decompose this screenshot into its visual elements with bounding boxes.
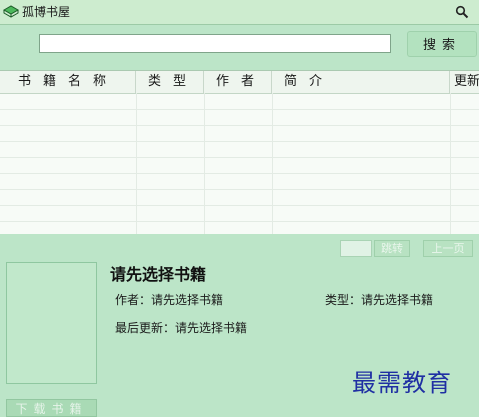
- book-type: 类型：请先选择书籍: [325, 291, 433, 308]
- previous-page-button[interactable]: 上一页: [423, 240, 473, 257]
- grid-line: [0, 157, 479, 158]
- download-book-button[interactable]: 下载书籍: [6, 399, 97, 417]
- grid-line: [0, 109, 479, 110]
- grid-line: [0, 173, 479, 174]
- grid-line: [0, 189, 479, 190]
- column-header-updated[interactable]: 更新: [450, 71, 479, 93]
- grid-line: [0, 221, 479, 222]
- magnifier-icon[interactable]: [455, 5, 469, 19]
- grid-column-line: [272, 93, 273, 234]
- book-author: 作者：请先选择书籍: [115, 291, 223, 308]
- grid-column-line: [450, 93, 451, 234]
- watermark: 最需教育: [352, 369, 452, 397]
- book-last-updated: 最后更新：请先选择书籍: [115, 319, 247, 336]
- type-label: 类型：: [325, 293, 362, 307]
- author-value: 请先选择书籍: [151, 293, 224, 307]
- book-icon: [3, 5, 19, 18]
- grid-line: [0, 125, 479, 126]
- book-cover: [6, 262, 97, 384]
- grid-column-line: [204, 93, 205, 234]
- column-header-book-name[interactable]: 书籍名称: [0, 71, 136, 93]
- jump-button[interactable]: 跳转: [374, 240, 410, 257]
- table-header: 书籍名称 类型 作者 简介 更新: [0, 71, 479, 94]
- updated-label: 最后更新：: [115, 321, 176, 335]
- column-header-author[interactable]: 作者: [204, 71, 272, 93]
- window-title: 孤博书屋: [22, 5, 71, 19]
- grid-line: [0, 205, 479, 206]
- book-table: 书籍名称 类型 作者 简介 更新: [0, 70, 479, 235]
- column-header-type[interactable]: 类型: [136, 71, 204, 93]
- title-bar: 孤博书屋: [0, 0, 479, 25]
- grid-line: [0, 141, 479, 142]
- book-title: 请先选择书籍: [110, 265, 207, 284]
- type-value: 请先选择书籍: [361, 293, 434, 307]
- grid-column-line: [136, 93, 137, 234]
- column-header-intro[interactable]: 简介: [272, 71, 450, 93]
- updated-value: 请先选择书籍: [175, 321, 248, 335]
- search-input[interactable]: [39, 34, 391, 53]
- author-label: 作者：: [115, 293, 152, 307]
- page-number-input[interactable]: [340, 240, 372, 257]
- search-button[interactable]: 搜索: [407, 31, 477, 57]
